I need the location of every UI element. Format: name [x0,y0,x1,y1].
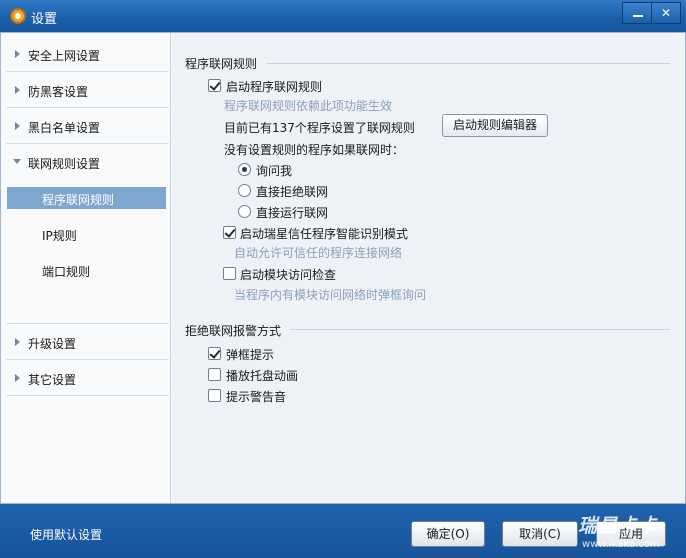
sidebar-item-safe-browsing[interactable]: 安全上网设置 [6,36,169,72]
sidebar-item-network-rules[interactable]: 联网规则设置 [6,144,169,180]
no-rule-question: 没有设置规则的程序如果联网时： [224,143,405,157]
sidebar-subitem-program-rules[interactable]: 程序联网规则 [7,187,166,209]
cancel-button[interactable]: 取消(C) [502,521,578,547]
sidebar-subitem-ip-rules[interactable]: IP规则 [7,223,166,245]
sidebar-item-anti-hacker[interactable]: 防黑客设置 [6,72,169,108]
sidebar: 安全上网设置 防黑客设置 黑白名单设置 联网规则设置 程序联网规则 IP规则 端… [1,33,171,503]
sidebar-subitem-label: IP规则 [42,229,77,243]
apply-button[interactable]: 应用 [596,521,666,547]
chevron-down-icon [13,159,21,164]
section-divider [290,329,670,330]
chevron-right-icon [15,338,20,346]
sidebar-subitem-label: 端口规则 [42,265,91,279]
module-check-label[interactable]: 启动模块访问检查 [240,266,336,283]
warning-sound-checkbox[interactable] [208,389,221,402]
settings-gear-icon [10,8,26,24]
sidebar-item-label: 升级设置 [28,337,77,351]
deny-network-label[interactable]: 直接拒绝联网 [256,183,328,200]
footer-bar: 使用默认设置 确定(O) 取消(C) 应用 [0,504,686,558]
window-title: 设置 [31,12,58,27]
smart-mode-checkbox[interactable] [223,226,236,239]
sidebar-subitem-label: 程序联网规则 [42,193,115,207]
ok-button[interactable]: 确定(O) [411,521,485,547]
warning-sound-label[interactable]: 提示警告音 [226,388,286,405]
enable-program-rules-hint: 程序联网规则依赖此项功能生效 [224,99,393,113]
section-title-program-rules: 程序联网规则 [185,57,258,71]
chevron-right-icon [15,374,20,382]
allow-network-label[interactable]: 直接运行联网 [256,204,328,221]
title-bar: 设置 ✕ [0,0,686,32]
chevron-right-icon [15,122,20,130]
sidebar-item-other[interactable]: 其它设置 [6,360,169,396]
use-default-settings-link[interactable]: 使用默认设置 [30,526,102,543]
sidebar-item-label: 黑白名单设置 [28,121,101,135]
rule-editor-button[interactable]: 启动规则编辑器 [442,114,548,137]
sidebar-item-label: 其它设置 [28,373,77,387]
chevron-right-icon [15,86,20,94]
sidebar-item-blacklist[interactable]: 黑白名单设置 [6,108,169,144]
divider [6,395,169,396]
enable-program-rules-label[interactable]: 启动程序联网规则 [226,78,322,95]
smart-mode-label[interactable]: 启动瑞星信任程序智能识别模式 [240,225,408,242]
chevron-right-icon [15,50,20,58]
rule-count-text: 目前已有137个程序设置了联网规则 [224,121,415,135]
popup-alert-label[interactable]: 弹框提示 [226,346,274,363]
enable-program-rules-checkbox[interactable] [208,79,221,92]
sidebar-item-label: 防黑客设置 [28,85,89,99]
section-title-alert: 拒绝联网报警方式 [185,324,282,338]
smart-mode-hint: 自动允许可信任的程序连接网络 [234,246,403,260]
close-button[interactable]: ✕ [651,2,681,24]
sidebar-item-upgrade[interactable]: 升级设置 [6,324,169,360]
section-divider [267,63,670,64]
ask-me-radio[interactable] [238,163,251,176]
content-panel: 程序联网规则 启动程序联网规则 程序联网规则依赖此项功能生效 目前已有137个程… [172,33,685,503]
module-check-hint: 当程序内有模块访问网络时弹框询问 [234,288,427,302]
ask-me-label[interactable]: 询问我 [256,162,292,179]
sidebar-item-label: 联网规则设置 [28,157,101,171]
sidebar-item-label: 安全上网设置 [28,49,101,63]
tray-animation-checkbox[interactable] [208,368,221,381]
allow-network-radio[interactable] [238,205,251,218]
settings-body: 安全上网设置 防黑客设置 黑白名单设置 联网规则设置 程序联网规则 IP规则 端… [0,32,686,504]
deny-network-radio[interactable] [238,184,251,197]
popup-alert-checkbox[interactable] [208,347,221,360]
sidebar-subitem-port-rules[interactable]: 端口规则 [7,259,166,281]
tray-animation-label[interactable]: 播放托盘动画 [226,367,298,384]
minimize-button[interactable] [622,2,652,24]
module-check-checkbox[interactable] [223,267,236,280]
